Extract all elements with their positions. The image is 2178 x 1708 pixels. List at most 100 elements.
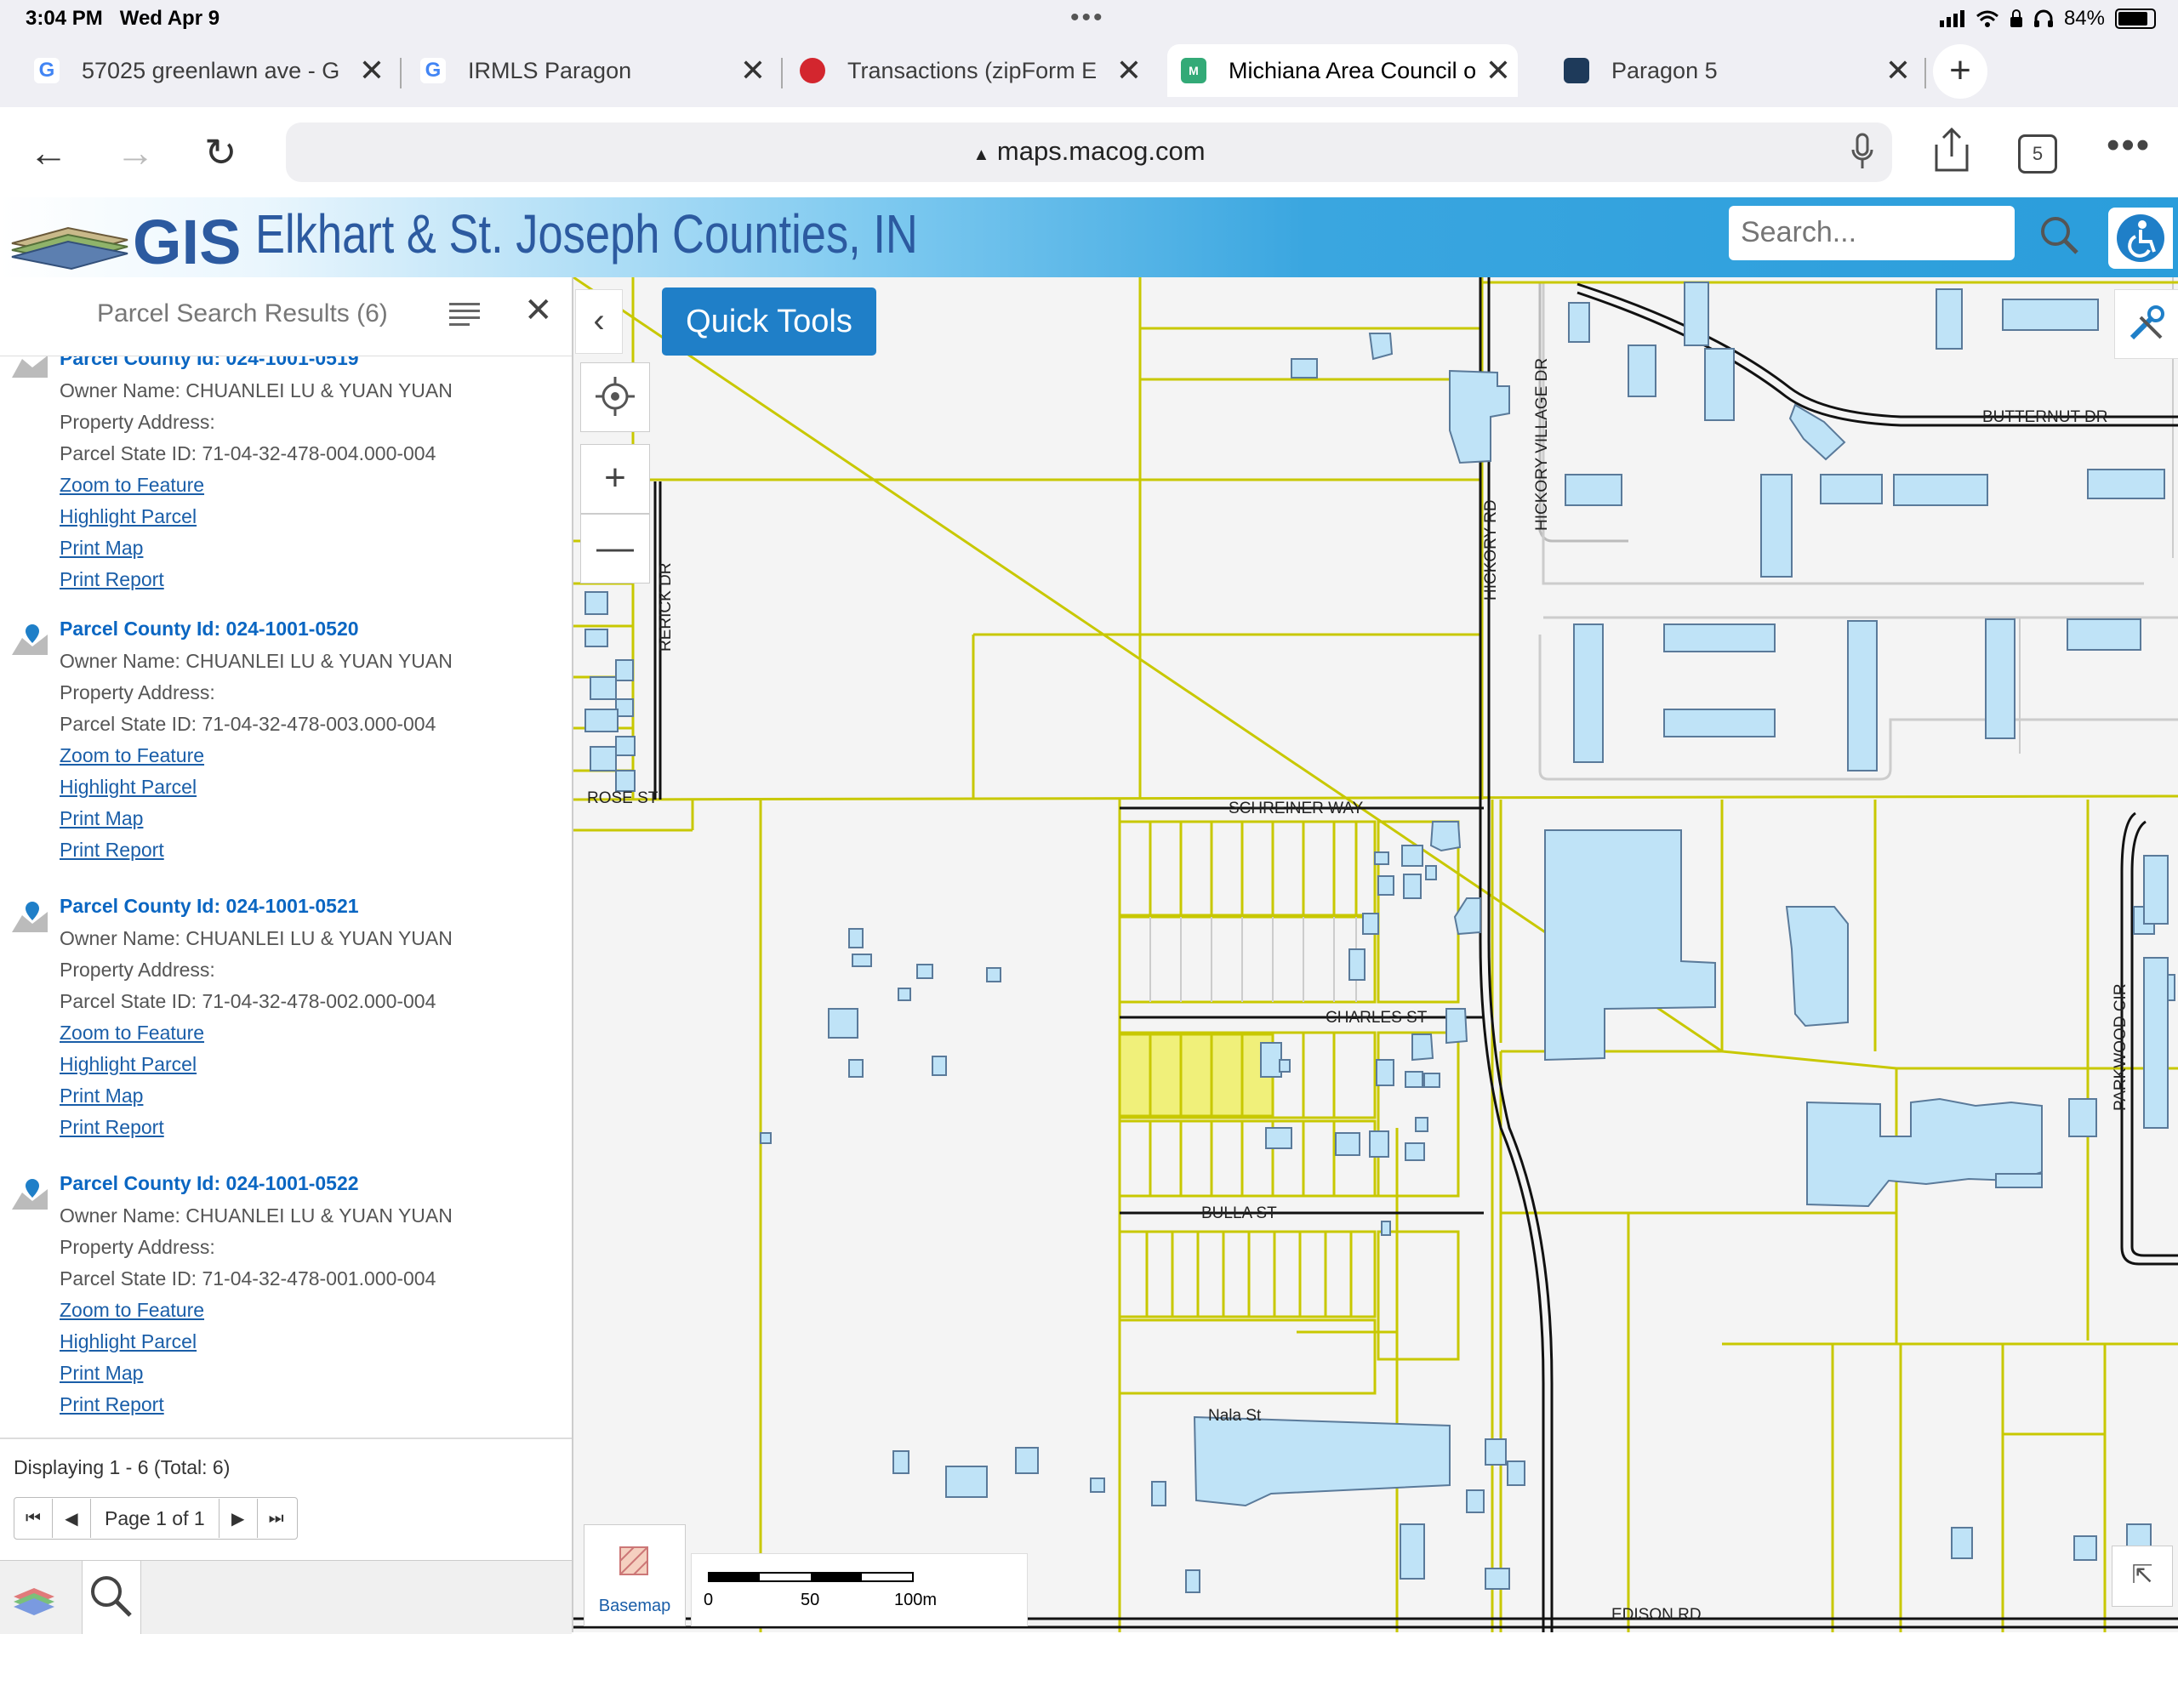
close-tab-icon[interactable]: ✕	[1885, 53, 1911, 88]
map-canvas[interactable]: BUTTERNUT DR HICKORY VILLAGE DR HICKORY …	[573, 277, 2178, 1632]
svg-text:BUTTERNUT DR: BUTTERNUT DR	[1982, 408, 2107, 426]
quick-tools-button[interactable]: Quick Tools	[662, 288, 876, 356]
back-icon[interactable]: ←	[29, 129, 68, 175]
tab-paragon5[interactable]: Paragon 5 ✕	[1564, 44, 1918, 97]
owner-name: Owner Name: CHUANLEI LU & YUAN YUAN	[60, 1204, 453, 1227]
print-report-link[interactable]: Print Report	[60, 1393, 164, 1416]
tab-count-button[interactable]: 5	[2018, 134, 2057, 174]
svg-text:0: 0	[704, 1591, 713, 1609]
svg-text:HICKORY RD: HICKORY RD	[1482, 499, 1500, 601]
tab-transactions[interactable]: Transactions (zipForm E ✕	[800, 44, 1149, 97]
results-panel: Parcel Search Results (6) ✕ Parcel Count…	[0, 277, 573, 1635]
prev-page-icon[interactable]: ◀	[53, 1499, 91, 1538]
svg-text:ROSE ST: ROSE ST	[587, 789, 659, 807]
svg-text:BULLA ST: BULLA ST	[1201, 1204, 1277, 1222]
list-menu-icon[interactable]	[449, 301, 480, 327]
first-page-icon[interactable]: ⏮	[14, 1499, 53, 1538]
print-report-link[interactable]: Print Report	[60, 1116, 164, 1139]
locate-button[interactable]	[580, 362, 650, 432]
more-icon[interactable]: •••	[2107, 124, 2151, 167]
collapse-panel-button[interactable]: ‹	[575, 289, 623, 354]
print-map-link[interactable]: Print Map	[60, 1362, 143, 1385]
zoom-to-feature-link[interactable]: Zoom to Feature	[60, 474, 204, 497]
highlight-parcel-link[interactable]: Highlight Parcel	[60, 776, 197, 799]
svg-text:GIS: GIS	[133, 207, 241, 274]
parcel-heading[interactable]: Parcel County Id: 024-1001-0520	[60, 618, 359, 640]
print-report-link[interactable]: Print Report	[60, 568, 164, 591]
displaying-count: Displaying 1 - 6 (Total: 6)	[14, 1456, 231, 1478]
scale-bar: 0 50 100m	[691, 1553, 1028, 1626]
tab-irmls-paragon[interactable]: G IRMLS Paragon ✕	[420, 44, 773, 97]
tab-google-search[interactable]: G 57025 greenlawn ave - G ✕	[34, 44, 391, 97]
print-map-link[interactable]: Print Map	[60, 807, 143, 830]
close-tab-icon[interactable]: ✕	[740, 53, 766, 88]
print-report-link[interactable]: Print Report	[60, 839, 164, 862]
last-page-icon[interactable]: ⏭	[256, 1499, 295, 1538]
map-pin-icon	[12, 1179, 48, 1210]
basemap-label: Basemap	[598, 1597, 671, 1615]
accessibility-button[interactable]	[2108, 208, 2173, 269]
map-view[interactable]: BUTTERNUT DR HICKORY VILLAGE DR HICKORY …	[573, 277, 2178, 1632]
tab-title: Paragon 5	[1611, 57, 1718, 83]
gis-logo[interactable]: GIS	[9, 202, 247, 274]
close-panel-icon[interactable]: ✕	[524, 291, 553, 330]
url-field[interactable]: ▲ maps.macog.com	[286, 122, 1892, 182]
search-tool-tab[interactable]	[82, 1561, 141, 1634]
tab-title: 57025 greenlawn ave - G	[82, 57, 340, 83]
parcel-heading[interactable]: Parcel County Id: 024-1001-0519	[60, 356, 359, 370]
wifi-icon	[1976, 10, 1998, 27]
zoom-in-button[interactable]: +	[580, 444, 650, 514]
search-icon[interactable]	[2038, 214, 2079, 255]
cellular-icon	[1939, 10, 1964, 27]
reload-icon[interactable]: ↻	[204, 129, 237, 175]
close-tab-icon[interactable]: ✕	[1116, 53, 1142, 88]
zoom-search-icon	[91, 1576, 132, 1617]
paragon-icon	[1564, 58, 1589, 83]
highlighted-parcels[interactable]	[1118, 1033, 1274, 1118]
new-tab-button[interactable]: +	[1933, 44, 1987, 99]
pager: ⏮ ◀ Page 1 of 1 ▶ ⏭	[14, 1497, 298, 1540]
basemap-button[interactable]: Basemap	[584, 1524, 686, 1626]
highlight-parcel-link[interactable]: Highlight Parcel	[60, 1053, 197, 1076]
page-label: Page 1 of 1	[91, 1499, 220, 1538]
tab-title: IRMLS Paragon	[468, 57, 632, 83]
svg-text:100m: 100m	[894, 1591, 937, 1609]
zoom-to-feature-link[interactable]: Zoom to Feature	[60, 1299, 204, 1322]
tab-title: Michiana Area Council o	[1229, 57, 1477, 83]
layers-icon[interactable]	[9, 1564, 60, 1625]
gis-search-input[interactable]	[1739, 214, 1964, 250]
svg-text:CHARLES ST: CHARLES ST	[1326, 1009, 1428, 1027]
panel-header: Parcel Search Results (6) ✕	[0, 277, 572, 356]
battery-percent: 84%	[2063, 7, 2105, 30]
property-address: Property Address:	[60, 959, 215, 981]
next-page-icon[interactable]: ▶	[220, 1499, 257, 1538]
battery-icon	[2115, 9, 2156, 29]
close-tab-icon[interactable]: ✕	[359, 53, 385, 88]
address-bar-row: ← → ↻ ▲ maps.macog.com 5 •••	[0, 107, 2178, 198]
highlight-parcel-link[interactable]: Highlight Parcel	[60, 1330, 197, 1353]
tab-michiana-active[interactable]: M Michiana Area Council o ✕	[1167, 44, 1518, 97]
print-map-link[interactable]: Print Map	[60, 537, 143, 560]
panel-toolbar	[0, 1560, 572, 1634]
highlight-parcel-link[interactable]: Highlight Parcel	[60, 505, 197, 528]
google-icon: G	[34, 58, 60, 83]
tools-button[interactable]	[2114, 289, 2178, 359]
forward-icon[interactable]: →	[116, 129, 155, 175]
zoom-to-feature-link[interactable]: Zoom to Feature	[60, 1022, 204, 1045]
map-pin-icon	[12, 902, 48, 932]
share-icon[interactable]	[1933, 126, 1970, 174]
print-map-link[interactable]: Print Map	[60, 1085, 143, 1107]
macog-icon: M	[1181, 58, 1206, 83]
property-address: Property Address:	[60, 411, 215, 433]
multitask-dots[interactable]: •••	[1070, 3, 1105, 32]
zoom-to-feature-link[interactable]: Zoom to Feature	[60, 744, 204, 767]
close-tab-icon[interactable]: ✕	[1485, 53, 1511, 88]
parcel-heading[interactable]: Parcel County Id: 024-1001-0521	[60, 895, 359, 918]
basemap-icon	[619, 1546, 648, 1575]
zoom-out-button[interactable]: —	[580, 514, 650, 584]
microphone-icon[interactable]	[1851, 133, 1873, 170]
lock-icon: ▲	[972, 145, 990, 164]
expand-corner-icon[interactable]: ⇱	[2112, 1546, 2173, 1607]
parcel-heading[interactable]: Parcel County Id: 024-1001-0522	[60, 1172, 359, 1195]
state-id: Parcel State ID: 71-04-32-478-002.000-00…	[60, 990, 436, 1012]
